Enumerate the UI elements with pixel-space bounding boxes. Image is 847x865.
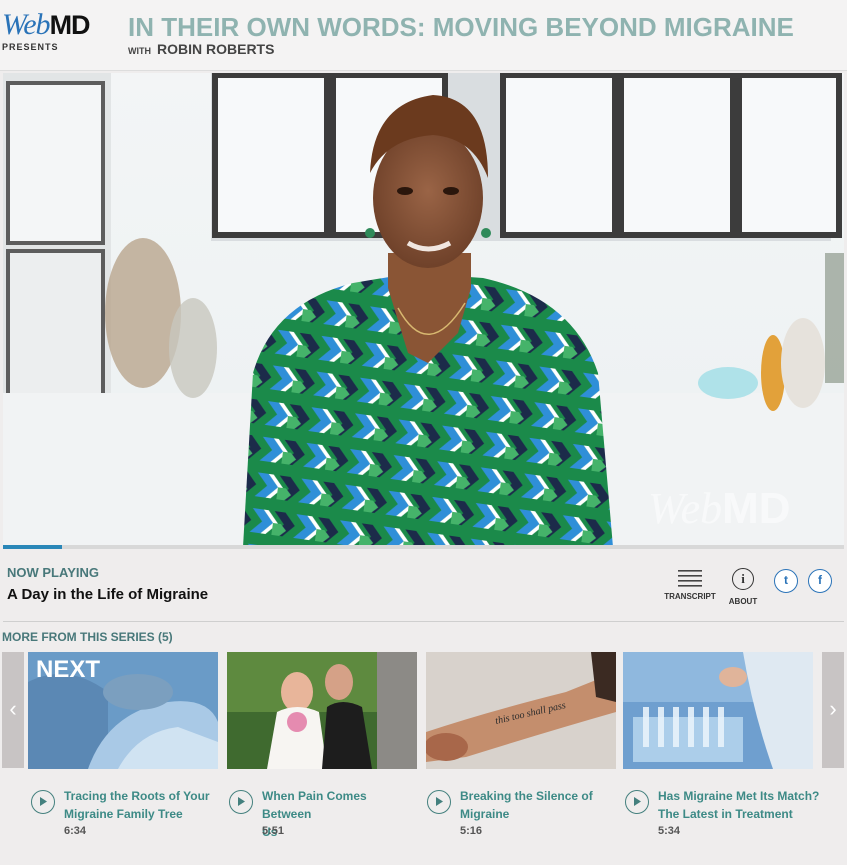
next-badge: NEXT xyxy=(36,656,101,683)
now-playing-label: NOW PLAYING xyxy=(7,565,99,580)
video-thumbnail-4[interactable] xyxy=(623,652,813,769)
video-watermark: WebMD xyxy=(648,484,791,533)
play-icon[interactable] xyxy=(625,790,649,814)
logo-presents: PRESENTS xyxy=(2,42,59,52)
item-title-3[interactable]: Breaking the Silence of Migraine xyxy=(460,787,610,823)
about-label: ABOUT xyxy=(728,597,758,606)
video-thumbnail-1[interactable]: NEXT xyxy=(28,652,218,769)
item-duration-2: 5:51 xyxy=(262,825,285,837)
carousel-next-button[interactable]: › xyxy=(822,652,844,768)
series-host: WITH ROBIN ROBERTS xyxy=(128,41,274,57)
info-icon: i xyxy=(732,568,754,590)
video-progress-bar[interactable] xyxy=(3,545,844,549)
thumbnail-image xyxy=(623,652,813,769)
play-icon[interactable] xyxy=(31,790,55,814)
divider xyxy=(3,621,844,622)
carousel-prev-button[interactable]: ‹ xyxy=(2,652,24,768)
play-icon[interactable] xyxy=(229,790,253,814)
item-duration-1: 6:34 xyxy=(64,825,87,837)
video-player[interactable]: WebMD xyxy=(3,73,844,547)
thumbnail-image: this too shall pass xyxy=(426,652,616,769)
header: WebMD PRESENTS IN THEIR OWN WORDS: MOVIN… xyxy=(0,0,847,71)
video-progress-fill xyxy=(3,545,62,549)
video-frame: WebMD xyxy=(3,73,844,547)
transcript-label: TRANSCRIPT xyxy=(664,592,716,601)
more-from-series-label: MORE FROM THIS SERIES (5) xyxy=(2,630,173,644)
item-duration-4: 5:34 xyxy=(658,825,681,837)
logo-web-text: Web xyxy=(2,8,51,41)
transcript-button[interactable]: TRANSCRIPT xyxy=(664,568,716,601)
video-thumbnail-2[interactable] xyxy=(227,652,417,769)
video-thumbnail-3[interactable]: this too shall pass xyxy=(426,652,616,769)
with-label: WITH xyxy=(128,46,151,56)
item-title-4[interactable]: Has Migraine Met Its Match? The Latest in… xyxy=(658,787,828,823)
host-name: ROBIN ROBERTS xyxy=(157,41,275,57)
item-duration-3: 5:16 xyxy=(460,825,483,837)
about-button[interactable]: i ABOUT xyxy=(725,568,761,606)
logo-md-text: MD xyxy=(49,10,91,40)
chevron-right-icon: › xyxy=(829,696,837,721)
thumbnail-image xyxy=(227,652,417,769)
series-title: IN THEIR OWN WORDS: MOVING BEYOND MIGRAI… xyxy=(128,12,794,42)
webmd-logo[interactable]: WebMD PRESENTS xyxy=(2,8,91,53)
item-title-2[interactable]: When Pain Comes Between Us xyxy=(262,787,412,841)
chevron-left-icon: ‹ xyxy=(9,696,17,721)
transcript-icon xyxy=(678,570,702,587)
facebook-icon[interactable]: f xyxy=(808,569,832,593)
twitter-icon[interactable]: t xyxy=(774,569,798,593)
item-title-1[interactable]: Tracing the Roots of Your Migraine Family… xyxy=(64,787,214,823)
now-playing-title: A Day in the Life of Migraine xyxy=(7,586,209,603)
play-icon[interactable] xyxy=(427,790,451,814)
